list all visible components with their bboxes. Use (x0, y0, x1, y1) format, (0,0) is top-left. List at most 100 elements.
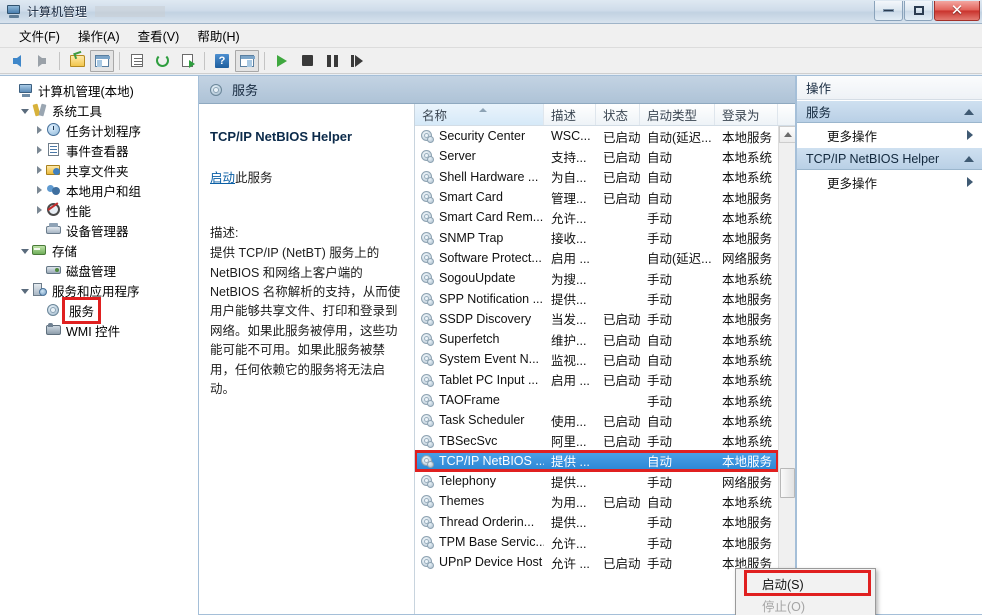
tree-twisty[interactable] (18, 100, 32, 120)
cell-logon: 本地系统 (715, 330, 778, 349)
maximize-button[interactable] (904, 1, 933, 21)
service-row[interactable]: Shell Hardware ...为自...已启动自动本地系统 (415, 167, 778, 187)
action-more-actions-selected-service[interactable]: 更多操作 (797, 170, 982, 194)
cell-startup: 自动(延迟... (640, 248, 715, 267)
service-row[interactable]: TCP/IP NetBIOS ...提供 ...自动本地服务 (415, 451, 778, 471)
service-row[interactable]: Telephony提供...手动网络服务 (415, 471, 778, 491)
back-button[interactable] (5, 50, 29, 72)
forward-button[interactable] (30, 50, 54, 72)
context-menu-item-start[interactable]: 启动(S) (746, 572, 869, 594)
column-header-1[interactable]: 描述 (544, 104, 596, 125)
service-row[interactable]: SogouUpdate为搜...手动本地系统 (415, 268, 778, 288)
column-header-0[interactable]: 名称 (415, 104, 544, 125)
tree-item-0[interactable]: 系统工具 (0, 100, 198, 120)
column-header-4[interactable]: 登录为 (715, 104, 778, 125)
up-folder-button[interactable] (65, 50, 89, 72)
export-list-button[interactable] (175, 50, 199, 72)
menu-file[interactable]: 文件(F) (10, 23, 69, 48)
show-tree-icon (95, 55, 109, 67)
service-row[interactable]: Tablet PC Input ...启用 ...已启动手动本地系统 (415, 370, 778, 390)
tree-twisty[interactable] (32, 180, 46, 200)
service-row[interactable]: Thread Orderin...提供...手动本地服务 (415, 512, 778, 532)
tree-root-computer-management[interactable]: 计算机管理(本地) (0, 80, 198, 100)
cell-status: 已启动 (596, 350, 640, 369)
tree-item-9[interactable]: 服务和应用程序 (0, 280, 198, 300)
cell-desc: 为搜... (544, 269, 596, 288)
tree-item-6[interactable]: 设备管理器 (0, 220, 198, 240)
services-list-view[interactable]: 名称描述状态启动类型登录为 Security CenterWSC...已启动自动… (415, 104, 795, 615)
help-button[interactable]: ? (210, 50, 234, 72)
service-row[interactable]: Security CenterWSC...已启动自动(延迟...本地服务 (415, 126, 778, 146)
tree-item-10[interactable]: 服务 (0, 300, 198, 320)
action-more-actions-services[interactable]: 更多操作 (797, 123, 982, 147)
service-row[interactable]: Smart Card管理...已启动自动本地服务 (415, 187, 778, 207)
properties-button[interactable] (125, 50, 149, 72)
show-action-pane-button[interactable] (235, 50, 259, 72)
list-body[interactable]: Security CenterWSC...已启动自动(延迟...本地服务Serv… (415, 126, 778, 615)
tree-twisty[interactable] (32, 120, 46, 140)
tree-twisty[interactable] (32, 140, 46, 160)
service-row[interactable]: SSDP Discovery当发...已启动手动本地服务 (415, 309, 778, 329)
service-row[interactable]: Smart Card Rem...允许...手动本地系统 (415, 207, 778, 227)
actions-pane-title: 操作 (797, 76, 982, 100)
column-header-3[interactable]: 启动类型 (640, 104, 715, 125)
resume-service-button[interactable] (345, 50, 369, 72)
service-row[interactable]: Themes为用...已启动自动本地系统 (415, 491, 778, 511)
tree-twisty[interactable] (18, 240, 32, 260)
cell-name: TAOFrame (415, 393, 544, 407)
menu-view[interactable]: 查看(V) (129, 23, 189, 48)
tree-item-8[interactable]: 磁盘管理 (0, 260, 198, 280)
tree-item-3[interactable]: 共享文件夹 (0, 160, 198, 180)
service-name-text: SogouUpdate (439, 271, 515, 285)
menu-action[interactable]: 操作(A) (69, 23, 129, 48)
tree-item-4[interactable]: 本地用户和组 (0, 180, 198, 200)
service-row[interactable]: Server支持...已启动自动本地系统 (415, 146, 778, 166)
cell-startup: 自动 (640, 147, 715, 166)
service-row[interactable]: TAOFrame手动本地系统 (415, 390, 778, 410)
tree-item-2[interactable]: 事件查看器 (0, 140, 198, 160)
list-vertical-scrollbar[interactable] (778, 126, 795, 615)
tree-items: 系统工具任务计划程序事件查看器共享文件夹本地用户和组性能设备管理器存储磁盘管理服… (0, 100, 198, 340)
chevron-up-icon[interactable] (964, 109, 974, 115)
users-icon (46, 182, 62, 198)
show-tree-button[interactable] (90, 50, 114, 72)
tree-twisty[interactable] (4, 80, 18, 100)
cell-desc: 提供... (544, 289, 596, 308)
start-service-link[interactable]: 启动 (210, 171, 235, 185)
tree-item-1[interactable]: 任务计划程序 (0, 120, 198, 140)
chevron-up-icon[interactable] (964, 156, 974, 162)
start-service-button[interactable] (270, 50, 294, 72)
service-row[interactable]: System Event N...监视...已启动自动本地系统 (415, 349, 778, 369)
tree-item-11[interactable]: WMI 控件 (0, 320, 198, 340)
cell-name: System Event N... (415, 352, 544, 366)
stop-service-button[interactable] (295, 50, 319, 72)
scroll-up-button[interactable] (779, 126, 795, 143)
service-row[interactable]: SPP Notification ...提供...手动本地服务 (415, 288, 778, 308)
scrollbar-thumb[interactable] (780, 468, 795, 498)
service-row[interactable]: Superfetch维护...已启动自动本地系统 (415, 329, 778, 349)
service-row[interactable]: SNMP Trap接收...手动本地服务 (415, 227, 778, 247)
tree-item-7[interactable]: 存储 (0, 240, 198, 260)
menu-help[interactable]: 帮助(H) (188, 23, 248, 48)
service-row[interactable]: Task Scheduler使用...已启动自动本地系统 (415, 410, 778, 430)
service-row[interactable]: TPM Base Servic...允许...手动本地服务 (415, 532, 778, 552)
service-context-menu[interactable]: 启动(S) 停止(O) 暂停(U) 恢复(M) 重新启动(E) (735, 568, 876, 615)
service-row[interactable]: TBSecSvc阿里...已启动手动本地系统 (415, 430, 778, 450)
tree-item-5[interactable]: 性能 (0, 200, 198, 220)
actions-group-tcpip-netbios-helper[interactable]: TCP/IP NetBIOS Helper (797, 147, 982, 170)
tree-twisty[interactable] (18, 280, 32, 300)
service-row[interactable]: UPnP Device Host允许 ...已启动手动本地服务 (415, 552, 778, 572)
pause-service-button[interactable] (320, 50, 344, 72)
list-header-row[interactable]: 名称描述状态启动类型登录为 (415, 104, 795, 126)
console-tree-pane[interactable]: 计算机管理(本地) 系统工具任务计划程序事件查看器共享文件夹本地用户和组性能设备… (0, 75, 199, 615)
tree-twisty[interactable] (32, 200, 46, 220)
column-header-2[interactable]: 状态 (596, 104, 640, 125)
cell-name: Superfetch (415, 332, 544, 346)
tree-twisty[interactable] (32, 160, 46, 180)
cell-startup: 手动 (640, 269, 715, 288)
refresh-button[interactable] (150, 50, 174, 72)
close-button[interactable]: ✕ (934, 1, 980, 21)
minimize-button[interactable] (874, 1, 903, 21)
actions-group-services[interactable]: 服务 (797, 100, 982, 123)
service-row[interactable]: Software Protect...启用 ...自动(延迟...网络服务 (415, 248, 778, 268)
